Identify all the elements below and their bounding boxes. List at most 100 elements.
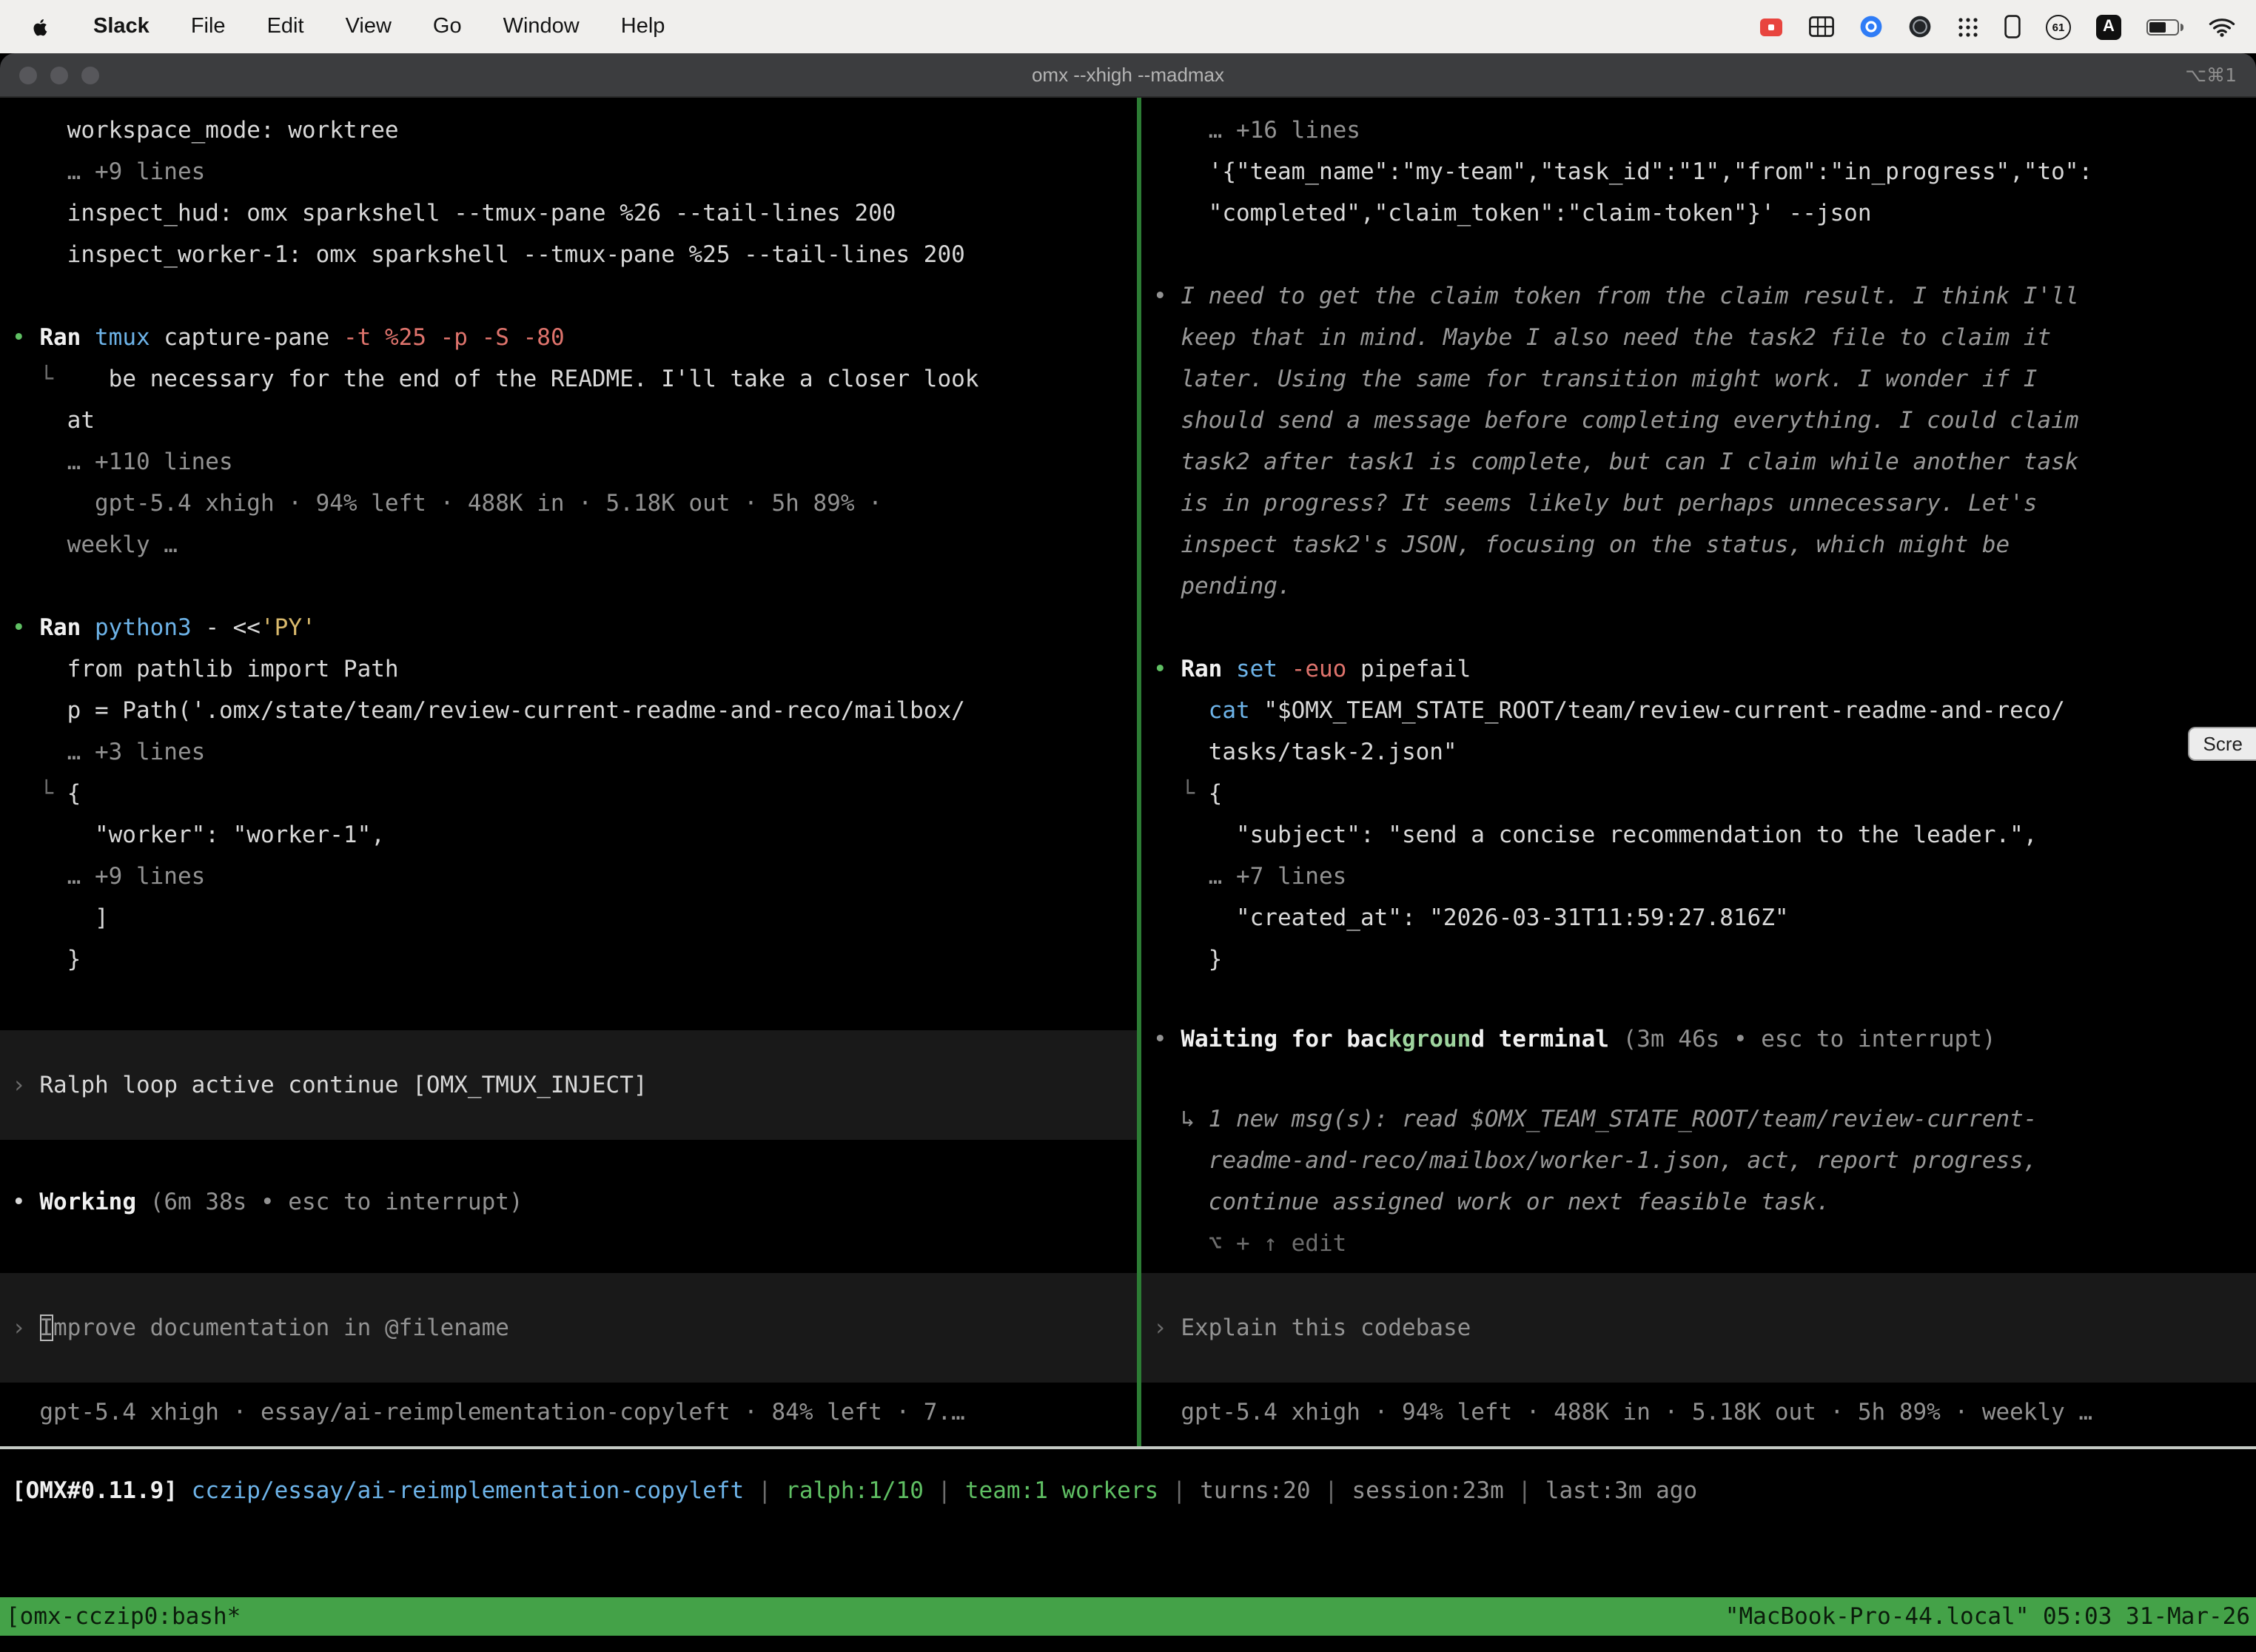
terminal-line: should send a message before completing … <box>1141 400 2256 441</box>
spacer <box>1141 1264 2256 1273</box>
terminal-line: └ { <box>0 773 1137 814</box>
terminal-line: … +9 lines <box>0 151 1137 192</box>
terminal-line: • Waiting for background terminal (3m 46… <box>1141 1018 2256 1060</box>
terminal-line: tasks/task-2.json" <box>1141 731 2256 773</box>
battery-gauge-icon[interactable]: 61 <box>2046 14 2071 39</box>
spacer <box>0 1223 1137 1273</box>
apple-menu-icon[interactable] <box>30 14 52 39</box>
suggestion-band[interactable]: › Explain this codebase <box>1141 1273 2256 1383</box>
close-button[interactable] <box>19 67 37 84</box>
terminal-line <box>0 275 1137 317</box>
screen: Slack File Edit View Go Window Help <box>0 0 2256 1652</box>
terminal-line <box>1141 607 2256 648</box>
menu-bar: Slack File Edit View Go Window Help <box>0 0 2256 53</box>
wifi-icon[interactable] <box>2209 16 2235 37</box>
terminal-line: from pathlib import Path <box>0 648 1137 690</box>
spacer <box>1141 980 2256 1018</box>
terminal-line: • Working (6m 38s • esc to interrupt) <box>0 1181 1137 1223</box>
terminal-line: … +110 lines <box>0 441 1137 483</box>
window-shortcut-hint: ⌥⌘1 <box>2185 64 2237 86</box>
device-pill-icon[interactable] <box>2004 15 2021 38</box>
terminal-line: gpt-5.4 xhigh · essay/ai-reimplementatio… <box>0 1391 1137 1433</box>
terminal-line: … +7 lines <box>1141 856 2256 897</box>
menu-go[interactable]: Go <box>433 15 462 38</box>
window-title: omx --xhigh --madmax <box>0 64 2256 86</box>
terminal-line: inspect task2's JSON, focusing on the st… <box>1141 524 2256 565</box>
terminal-content: workspace_mode: worktree … +9 lines insp… <box>0 98 2256 1652</box>
terminal-line: └ be necessary for the end of the README… <box>0 358 1137 400</box>
terminal-line: "completed","claim_token":"claim-token"}… <box>1141 192 2256 234</box>
screen-overlay-chip[interactable]: Scre <box>2189 727 2256 761</box>
menu-view[interactable]: View <box>346 15 392 38</box>
terminal-line: ⌥ + ↑ edit <box>1141 1223 2256 1264</box>
terminal-line: … +3 lines <box>0 731 1137 773</box>
spacer <box>1141 1383 2256 1391</box>
terminal-window: omx --xhigh --madmax ⌥⌘1 workspace_mode:… <box>0 53 2256 1652</box>
ralph-inject-band[interactable]: › Ralph loop active continue [OMX_TMUX_I… <box>0 1030 1137 1140</box>
table-grid-icon[interactable] <box>1809 16 1834 37</box>
input-source-icon[interactable]: A <box>2096 14 2121 39</box>
terminal-line: weekly … <box>0 524 1137 565</box>
terminal-line: later. Using the same for transition mig… <box>1141 358 2256 400</box>
terminal-line: … +16 lines <box>1141 110 2256 151</box>
terminal-line: "worker": "worker-1", <box>0 814 1137 856</box>
menu-status-icons: 61 A <box>1759 14 2235 39</box>
zoom-button[interactable] <box>81 67 99 84</box>
apps-grid-icon[interactable] <box>1957 16 1979 38</box>
spacer <box>0 1383 1137 1391</box>
tmux-pane-right[interactable]: … +16 lines '{"team_name":"my-team","tas… <box>1141 98 2256 1446</box>
battery-gauge-value: 61 <box>2052 20 2065 33</box>
terminal-line: › Ralph loop active continue [OMX_TMUX_I… <box>0 1064 1137 1106</box>
terminal-line: • Ran python3 - <<'PY' <box>0 607 1137 648</box>
terminal-line: • Ran set -euo pipefail <box>1141 648 2256 690</box>
terminal-line: gpt-5.4 xhigh · 94% left · 488K in · 5.1… <box>1141 1391 2256 1433</box>
tmux-host-clock: "MacBook-Pro-44.local" 05:03 31-Mar-26 <box>1725 1603 2250 1630</box>
terminal-line: ↳ 1 new msg(s): read $OMX_TEAM_STATE_ROO… <box>1141 1098 2256 1140</box>
terminal-line: gpt-5.4 xhigh · 94% left · 488K in · 5.1… <box>0 483 1137 524</box>
terminal-line: '{"team_name":"my-team","task_id":"1","f… <box>1141 151 2256 192</box>
terminal-line <box>1141 234 2256 275</box>
minimize-button[interactable] <box>50 67 68 84</box>
terminal-line: › Explain this codebase <box>1141 1307 2256 1349</box>
terminal-line: } <box>1141 939 2256 980</box>
menu-left: Slack File Edit View Go Window Help <box>30 14 665 39</box>
composer-input[interactable]: › Improve documentation in @filename <box>0 1273 1137 1383</box>
dark-app-icon[interactable] <box>1908 15 1932 38</box>
terminal-line: "created_at": "2026-03-31T11:59:27.816Z" <box>1141 897 2256 939</box>
terminal-line: › Improve documentation in @filename <box>0 1307 1137 1349</box>
terminal-line: readme-and-reco/mailbox/worker-1.json, a… <box>1141 1140 2256 1181</box>
tmux-pane-left[interactable]: workspace_mode: worktree … +9 lines insp… <box>0 98 1137 1446</box>
terminal-line: at <box>0 400 1137 441</box>
screen-record-icon[interactable] <box>1759 16 1784 38</box>
menu-edit[interactable]: Edit <box>267 15 304 38</box>
traffic-lights <box>19 67 99 84</box>
tmux-status-bar: [omx-cczip0:bash* "MacBook-Pro-44.local"… <box>0 1597 2256 1636</box>
window-titlebar[interactable]: omx --xhigh --madmax ⌥⌘1 <box>0 53 2256 98</box>
terminal-line: p = Path('.omx/state/team/review-current… <box>0 690 1137 731</box>
menu-file[interactable]: File <box>191 15 226 38</box>
terminal-line: task2 after task1 is complete, but can I… <box>1141 441 2256 483</box>
terminal-line: inspect_hud: omx sparkshell --tmux-pane … <box>0 192 1137 234</box>
terminal-line: └ { <box>1141 773 2256 814</box>
terminal-line: … +9 lines <box>0 856 1137 897</box>
terminal-line: • I need to get the claim token from the… <box>1141 275 2256 317</box>
spacer <box>0 1140 1137 1181</box>
battery-icon[interactable] <box>2146 19 2183 35</box>
terminal-line: [OMX#0.11.9] cczip/essay/ai-reimplementa… <box>0 1470 2256 1511</box>
terminal-line: workspace_mode: worktree <box>0 110 1137 151</box>
terminal-line: inspect_worker-1: omx sparkshell --tmux-… <box>0 234 1137 275</box>
terminal-line: } <box>0 939 1137 980</box>
terminal-line: • Ran tmux capture-pane -t %25 -p -S -80 <box>0 317 1137 358</box>
terminal-line: continue assigned work or next feasible … <box>1141 1181 2256 1223</box>
terminal-line: pending. <box>1141 565 2256 607</box>
menu-help[interactable]: Help <box>621 15 665 38</box>
menu-window[interactable]: Window <box>503 15 580 38</box>
terminal-line: keep that in mind. Maybe I also need the… <box>1141 317 2256 358</box>
terminal-line: ] <box>0 897 1137 939</box>
tmux-session-window[interactable]: [omx-cczip0:bash* <box>6 1603 241 1630</box>
spacer <box>1141 1060 2256 1098</box>
menu-app-name[interactable]: Slack <box>93 15 150 38</box>
blue-app-icon[interactable] <box>1859 15 1883 38</box>
spacer <box>0 980 1137 1030</box>
input-source-letter: A <box>2103 18 2115 36</box>
